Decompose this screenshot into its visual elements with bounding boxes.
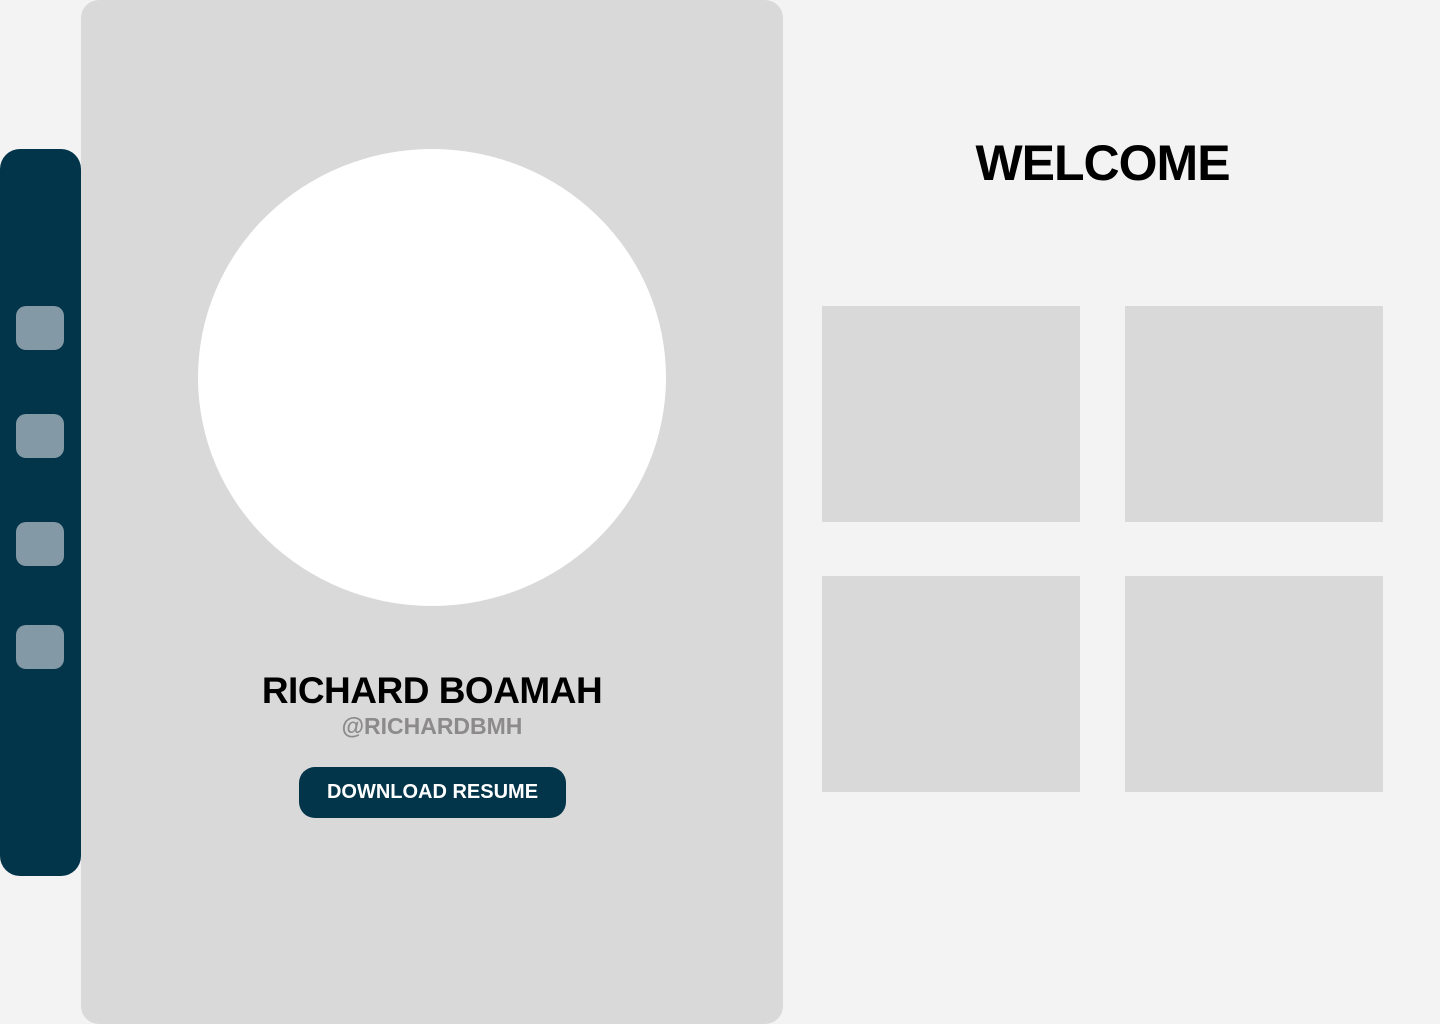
profile-panel: RICHARD BOAMAH @RICHARDBMH DOWNLOAD RESU… (81, 0, 783, 1024)
content-tile-3[interactable] (822, 576, 1080, 792)
content-tile-1[interactable] (822, 306, 1080, 522)
sidebar (0, 149, 81, 876)
profile-name: RICHARD BOAMAH (261, 670, 603, 711)
profile-handle: @RICHARDBMH (341, 713, 523, 739)
download-resume-button[interactable]: DOWNLOAD RESUME (299, 767, 566, 818)
sidebar-item-3[interactable] (16, 522, 64, 566)
sidebar-item-4[interactable] (16, 625, 64, 669)
avatar (198, 149, 666, 606)
sidebar-item-2[interactable] (16, 414, 64, 458)
content-tile-4[interactable] (1125, 576, 1383, 792)
content-tile-2[interactable] (1125, 306, 1383, 522)
page-title: WELCOME (975, 135, 1230, 191)
sidebar-item-1[interactable] (16, 306, 64, 350)
